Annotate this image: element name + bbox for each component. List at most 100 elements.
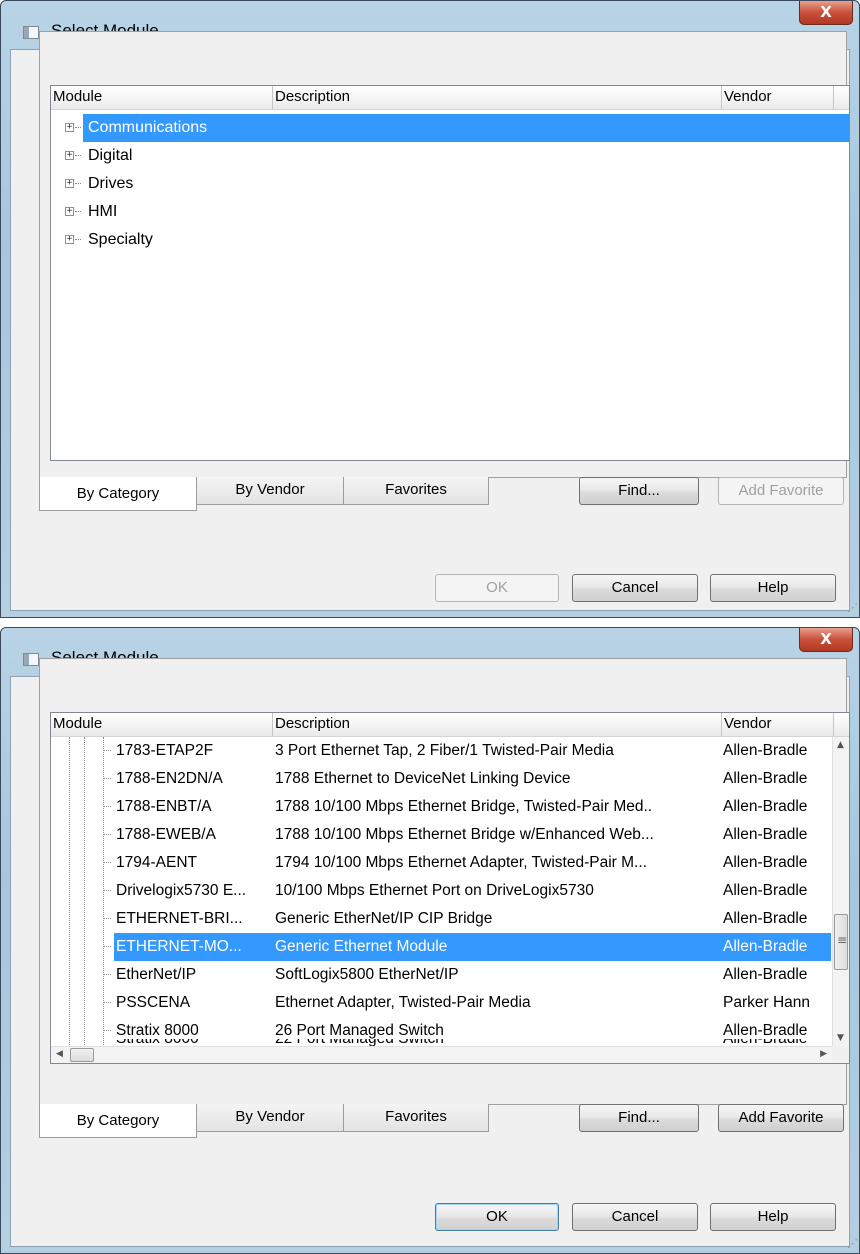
description-cell: Generic Ethernet Module: [275, 938, 448, 955]
vendor-cell: Allen-Bradle: [723, 854, 808, 871]
tree-connector: [75, 211, 81, 212]
view-tabs: By Category By Vendor Favorites: [39, 477, 499, 513]
description-cell: 1788 10/100 Mbps Ethernet Bridge, Twiste…: [275, 798, 653, 815]
expand-icon[interactable]: +: [65, 235, 74, 244]
tree-connector: [103, 778, 111, 779]
horizontal-scrollbar[interactable]: ◀ ▶: [51, 1046, 832, 1063]
vendor-cell: Allen-Bradle: [723, 966, 808, 983]
cancel-button[interactable]: Cancel: [572, 1203, 698, 1231]
column-header-vendor[interactable]: Vendor: [722, 86, 834, 109]
ok-button[interactable]: OK: [435, 574, 559, 602]
scroll-up-icon[interactable]: ▲: [837, 740, 844, 750]
expand-icon[interactable]: +: [65, 151, 74, 160]
module-cell: ETHERNET-MO...: [116, 938, 242, 955]
scroll-left-icon[interactable]: ◀: [56, 1049, 63, 1059]
table-row[interactable]: 1788-EWEB/A 1788 10/100 Mbps Ethernet Br…: [51, 821, 831, 849]
description-cell: 10/100 Mbps Ethernet Port on DriveLogix5…: [275, 882, 594, 899]
module-cell: 1788-ENBT/A: [116, 798, 212, 815]
help-button[interactable]: Help: [710, 574, 836, 602]
column-header-module[interactable]: Module: [51, 86, 273, 109]
close-button[interactable]: X: [799, 628, 853, 652]
table-row[interactable]: 1788-ENBT/A 1788 10/100 Mbps Ethernet Br…: [51, 793, 831, 821]
module-cell: 1788-EN2DN/A: [116, 770, 223, 787]
scroll-thumb[interactable]: [834, 914, 848, 970]
find-button[interactable]: Find...: [579, 477, 699, 505]
window-icon: [23, 653, 39, 666]
table-row[interactable]: Drivelogix5730 E... 10/100 Mbps Ethernet…: [51, 877, 831, 905]
table-row[interactable]: 1794-AENT 1794 10/100 Mbps Ethernet Adap…: [51, 849, 831, 877]
tree-connector: [103, 1030, 111, 1031]
tree-item-label: HMI: [88, 203, 118, 220]
tree-item-label: Communications: [88, 119, 208, 136]
tab-favorites[interactable]: Favorites: [343, 1104, 489, 1132]
tab-by-vendor[interactable]: By Vendor: [196, 1104, 344, 1132]
ok-button[interactable]: OK: [435, 1203, 559, 1231]
tree-item-label: Digital: [88, 147, 133, 164]
module-tree-list[interactable]: Module Description Vendor Communications…: [50, 85, 850, 461]
vendor-cell: Allen-Bradle: [723, 742, 808, 759]
table-row[interactable]: ETHERNET-BRI... Generic EtherNet/IP CIP …: [51, 905, 831, 933]
tab-by-category[interactable]: By Category: [39, 477, 197, 511]
tree-connector: [103, 750, 111, 751]
table-row[interactable]: 1783-ETAP2F 3 Port Ethernet Tap, 2 Fiber…: [51, 737, 831, 765]
scroll-right-icon[interactable]: ▶: [820, 1049, 827, 1059]
tree-connector: [103, 974, 111, 975]
module-cell: PSSCENA: [116, 994, 191, 1011]
tree-item-label: Specialty: [88, 231, 153, 248]
vendor-cell: Allen-Bradle: [723, 770, 808, 787]
tab-by-vendor[interactable]: By Vendor: [196, 477, 344, 505]
vendor-cell: Allen-Bradle: [723, 938, 808, 955]
tab-by-category[interactable]: By Category: [39, 1104, 197, 1138]
module-cell: 1783-ETAP2F: [116, 742, 214, 759]
column-header-description[interactable]: Description: [273, 713, 722, 736]
tree-connector: [103, 946, 111, 947]
tree-item-communications[interactable]: Communications: [83, 114, 849, 142]
scrollbar-corner: [832, 1046, 849, 1063]
tree-item-label: Drives: [88, 175, 134, 192]
scroll-down-icon[interactable]: ▼: [837, 1033, 844, 1043]
table-row[interactable]: PSSCENA Ethernet Adapter, Twisted-Pair M…: [51, 989, 831, 1017]
column-header-description[interactable]: Description: [273, 86, 722, 109]
tree-connector: [75, 183, 81, 184]
description-cell: Ethernet Adapter, Twisted-Pair Media: [275, 994, 531, 1011]
description-cell: 1788 10/100 Mbps Ethernet Bridge w/Enhan…: [275, 826, 654, 843]
tree-connector: [75, 127, 81, 128]
add-favorite-button[interactable]: Add Favorite: [718, 477, 844, 505]
column-header: Module Description Vendor: [51, 86, 849, 110]
vertical-scrollbar[interactable]: ▲ ▼: [832, 737, 849, 1046]
vendor-cell: Allen-Bradle: [723, 826, 808, 843]
tree-connector: [75, 155, 81, 156]
table-row[interactable]: 1788-EN2DN/A 1788 Ethernet to DeviceNet …: [51, 765, 831, 793]
table-row-selected[interactable]: ETHERNET-MO... Generic Ethernet Module A…: [51, 933, 831, 961]
tree-connector: [103, 918, 111, 919]
expand-icon[interactable]: +: [65, 179, 74, 188]
expand-icon[interactable]: +: [65, 123, 74, 132]
resize-grip-icon[interactable]: ⋰: [844, 602, 858, 616]
add-favorite-button[interactable]: Add Favorite: [718, 1104, 844, 1132]
select-module-dialog-category-view: Select Module X Module Description Vendo…: [0, 0, 860, 618]
find-button[interactable]: Find...: [579, 1104, 699, 1132]
resize-grip-icon[interactable]: ⋰: [844, 1238, 858, 1252]
table-row[interactable]: EtherNet/IP SoftLogix5800 EtherNet/IP Al…: [51, 961, 831, 989]
column-header-vendor[interactable]: Vendor: [722, 713, 834, 736]
vendor-cell: Allen-Bradle: [723, 910, 808, 927]
window-icon: [23, 26, 39, 39]
close-button[interactable]: X: [799, 1, 853, 25]
view-tabs: By Category By Vendor Favorites: [39, 1104, 499, 1140]
tree-connector: [103, 862, 111, 863]
scroll-thumb[interactable]: [70, 1048, 94, 1062]
cancel-button[interactable]: Cancel: [572, 574, 698, 602]
vendor-cell: Allen-Bradle: [723, 882, 808, 899]
expand-icon[interactable]: +: [65, 207, 74, 216]
module-cell: 1788-EWEB/A: [116, 826, 216, 843]
tab-favorites[interactable]: Favorites: [343, 477, 489, 505]
module-cell: ETHERNET-BRI...: [116, 910, 243, 927]
tree-connector: [103, 834, 111, 835]
module-list[interactable]: Module Description Vendor 1783-ETAP2F 3 …: [50, 712, 850, 1064]
vendor-cell: Parker Hann: [723, 994, 811, 1011]
column-header-module[interactable]: Module: [51, 713, 273, 736]
module-cell: EtherNet/IP: [116, 966, 197, 983]
description-cell: SoftLogix5800 EtherNet/IP: [275, 966, 459, 983]
description-cell: 1788 Ethernet to DeviceNet Linking Devic…: [275, 770, 571, 787]
help-button[interactable]: Help: [710, 1203, 836, 1231]
